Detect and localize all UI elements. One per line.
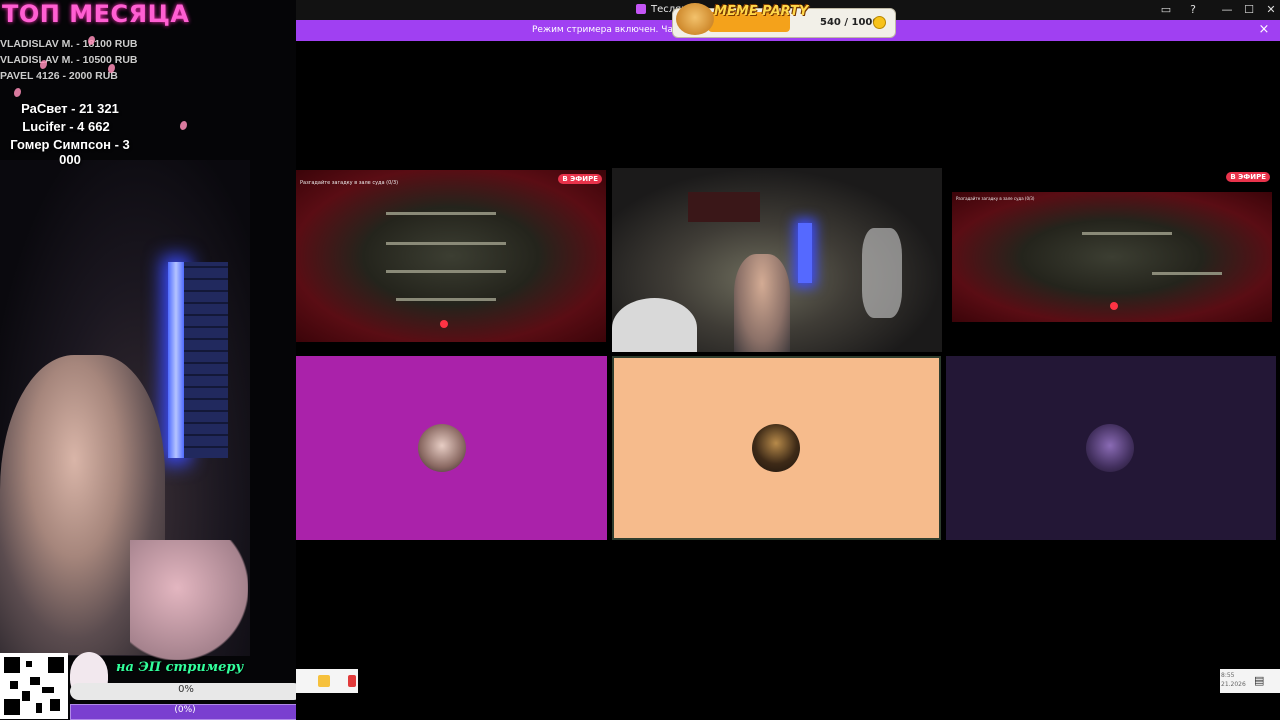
close-window-button[interactable]: ✕ [1264,3,1278,17]
sub-entry: Lucifer - 4 662 [22,119,110,134]
sub-entry: РаСвет - 21 321 [21,101,119,116]
top-month-title: ТОП МЕСЯЦА [2,0,190,28]
coin-icon [873,16,886,29]
tray-date: 21.2026 [1221,681,1246,688]
participant-tile-2[interactable] [612,356,941,540]
camera-tile-center[interactable] [612,168,942,352]
minimize-button[interactable]: — [1220,3,1234,17]
tray-clock: 8:55 21.2026 [1221,671,1246,689]
taskbar-fragment [296,669,358,693]
banner-close-button[interactable]: × [1256,22,1272,37]
screen-share-tile-1[interactable]: Разгадайте загадку в зале суда (0/3) В Э… [296,170,606,342]
notification-icon[interactable]: ▤ [1254,674,1264,687]
help-icon[interactable]: ? [1186,3,1200,17]
maximize-button[interactable]: ☐ [1242,3,1256,17]
neon-light [168,262,184,458]
live-badge: В ЭФИРЕ [558,174,602,184]
qr-code [0,653,68,719]
donor-entry: VLADISLAV M. - 18100 RUB [0,38,138,50]
meme-party-count: 540 / 1000 [820,17,880,28]
screen-share-tile-2[interactable]: Разгадайте загадку в зале суда (0/3) В Э… [948,168,1274,328]
second-progress-label: (0%) [174,705,196,715]
goal-progress-label: 0% [178,684,194,695]
sub-entry: Гомер Симпсон - 3 000 [10,137,130,167]
live-badge: В ЭФИРЕ [1226,172,1270,182]
tray-time: 8:55 [1221,672,1235,679]
donor-entry: PAVEL 4126 - 2000 RUB [0,70,118,82]
brick-wall [184,262,228,458]
folder-icon[interactable] [318,675,330,687]
doge-icon [676,3,714,35]
donor-entry: VLADISLAV M. - 10500 RUB [0,54,138,66]
participant-avatar [1086,424,1134,472]
monitor-icon[interactable]: ▭ [1159,3,1173,17]
streamer-knee [130,540,248,660]
participant-avatar [418,424,466,472]
participant-tile-3[interactable] [946,356,1276,540]
app-logo-icon [636,4,646,14]
app-icon[interactable] [348,675,356,687]
participant-avatar [752,424,800,472]
meme-party-title: MEME PARTY [714,4,809,19]
participant-tile-1[interactable] [296,356,607,540]
promo-text: на ЭП стримеру [116,660,244,675]
